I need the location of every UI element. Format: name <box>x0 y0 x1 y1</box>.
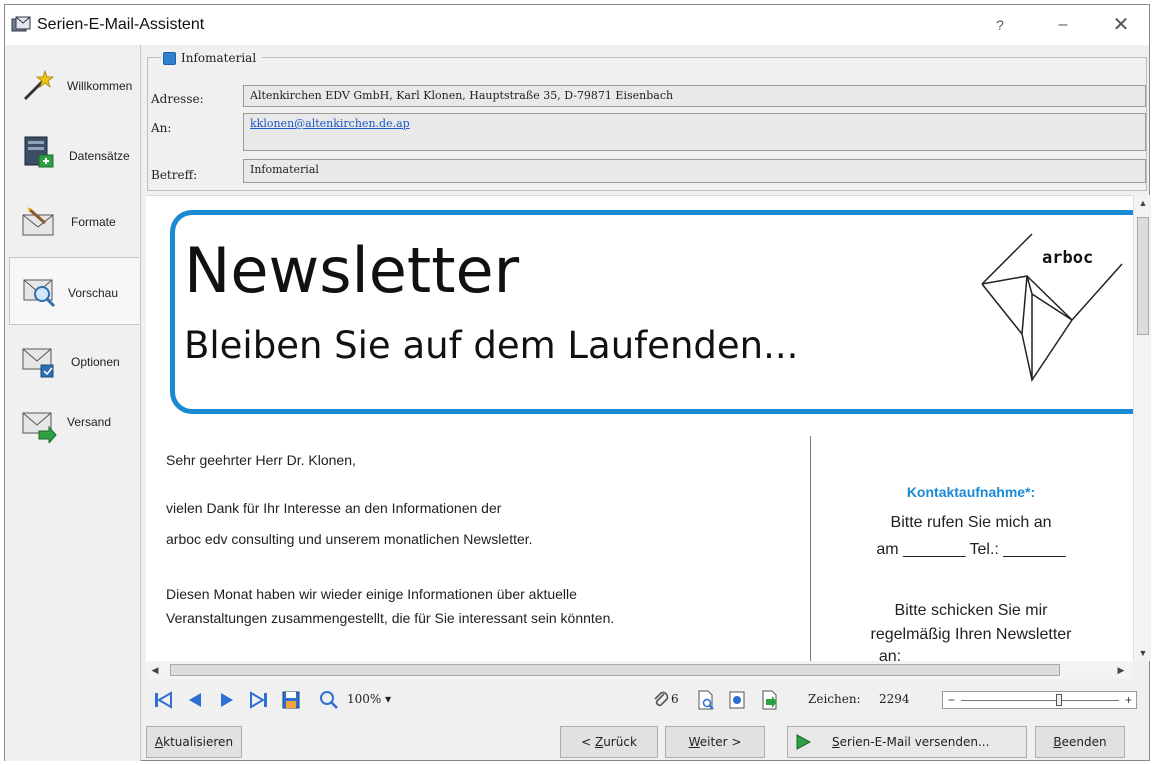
contact-heading: Kontaktaufnahme*: <box>906 484 1036 500</box>
scroll-up-icon[interactable]: ▲ <box>1134 195 1152 211</box>
send-envelope-icon <box>22 412 57 443</box>
button-accel: B <box>1053 735 1062 749</box>
last-record-icon[interactable] <box>248 689 270 711</box>
back-button[interactable]: < Zurück <box>560 726 658 758</box>
paragraph-1-line-1: vielen Dank für Ihr Interesse an den Inf… <box>166 500 502 516</box>
sidebar-item-vorschau[interactable]: Vorschau <box>9 257 139 325</box>
sidebar-item-datensaetze[interactable]: Datensätze <box>9 125 139 191</box>
an-field[interactable]: kklonen@altenkirchen.de.ap <box>243 113 1146 151</box>
title-bar: Serien-E-Mail-Assistent ? – ✕ <box>5 5 1149 45</box>
window-title: Serien-E-Mail-Assistent <box>37 16 205 33</box>
button-label: ktualisieren <box>163 735 234 749</box>
preview-toolbar: 100% ▾ 6 Zeichen: 2294 − + <box>146 683 1150 717</box>
email-preview[interactable]: Newsletter Bleiben Sie auf dem Laufenden… <box>146 195 1133 661</box>
attachment-count: 6 <box>671 692 679 706</box>
wizard-sidebar: Willkommen Datensätze Formate Vorschau O… <box>5 45 141 761</box>
contact-line-1: Bitte rufen Sie mich an <box>890 514 1052 531</box>
sidebar-item-label: Formate <box>71 215 116 229</box>
contact-line-3: Bitte schicken Sie mir <box>894 602 1048 619</box>
salutation: Sehr geehrter Herr Dr. Klonen, <box>166 452 356 468</box>
first-record-icon[interactable] <box>152 689 174 711</box>
betreff-field[interactable]: Infomaterial <box>243 159 1146 183</box>
next-record-icon[interactable] <box>216 689 238 711</box>
zoom-value: 100% <box>347 692 382 706</box>
preview-vertical-scrollbar[interactable]: ▲ ▼ <box>1133 195 1151 661</box>
scroll-right-icon[interactable]: ▶ <box>1112 661 1130 679</box>
attachment-icon[interactable] <box>650 689 672 711</box>
button-label: eiter > <box>699 735 742 749</box>
button-accel: S <box>832 735 840 749</box>
contact-line-2: am _______ Tel.: _______ <box>876 541 1066 558</box>
export-document-icon[interactable] <box>758 689 780 711</box>
button-label: erien-E-Mail versenden... <box>839 735 990 749</box>
button-accel: A <box>154 735 164 749</box>
sidebar-item-optionen[interactable]: Optionen <box>9 327 139 393</box>
zoom-in-icon[interactable]: + <box>1125 692 1132 708</box>
button-prefix: < <box>581 735 595 749</box>
paragraph-1-line-2: arboc edv consulting und unserem monatli… <box>166 531 533 547</box>
betreff-label: Betreff: <box>151 168 198 182</box>
sidebar-item-label: Optionen <box>71 355 120 369</box>
button-label: urück <box>603 735 637 749</box>
newsletter-title: Newsletter <box>184 234 520 307</box>
adresse-field[interactable]: Altenkirchen EDV GmbH, Karl Klonen, Haup… <box>243 85 1146 107</box>
mail-template-icon <box>163 51 176 65</box>
magic-wand-icon <box>23 69 55 101</box>
zoom-out-icon[interactable]: − <box>948 692 955 708</box>
previous-record-icon[interactable] <box>184 689 206 711</box>
groupbox-title: Infomaterial <box>181 51 257 65</box>
sidebar-item-label: Willkommen <box>67 79 133 93</box>
groupbox-legend: Infomaterial <box>161 51 263 65</box>
scroll-down-icon[interactable]: ▼ <box>1134 645 1152 661</box>
adresse-value: Altenkirchen EDV GmbH, Karl Klonen, Haup… <box>250 89 674 102</box>
close-button[interactable]: ✕ <box>1101 11 1141 39</box>
sidebar-item-willkommen[interactable]: Willkommen <box>9 53 139 119</box>
adresse-label: Adresse: <box>151 92 204 106</box>
paragraph-2-line-2: Veranstaltungen zusammengestellt, die fü… <box>166 610 615 626</box>
save-icon[interactable] <box>280 689 302 711</box>
zoom-icon[interactable] <box>318 689 340 711</box>
preview-magnifier-icon <box>23 279 56 308</box>
button-label: eenden <box>1061 735 1107 749</box>
zoom-slider-knob[interactable] <box>1055 694 1062 706</box>
aktualisieren-button[interactable]: Aktualisieren <box>146 726 242 758</box>
horizontal-scroll-thumb[interactable] <box>170 664 1060 676</box>
minimize-button[interactable]: – <box>1043 11 1083 39</box>
contact-line-4: regelmäßig Ihren Newsletter <box>870 626 1072 643</box>
logo-text: arboc <box>1042 248 1094 268</box>
play-send-icon <box>796 734 812 750</box>
next-button[interactable]: Weiter > <box>665 726 765 758</box>
zeichen-value: 2294 <box>879 692 910 706</box>
button-accel: Z <box>594 735 604 749</box>
vertical-scroll-thumb[interactable] <box>1137 217 1149 335</box>
sidebar-item-label: Vorschau <box>68 286 119 300</box>
betreff-value: Infomaterial <box>250 163 319 176</box>
preview-horizontal-scrollbar[interactable]: ◀ ▶ <box>146 661 1133 679</box>
sidebar-item-versand[interactable]: Versand <box>9 395 139 461</box>
sidebar-item-label: Datensätze <box>69 149 130 163</box>
newsletter-subtitle: Bleiben Sie auf dem Laufenden... <box>184 324 799 367</box>
zoom-dropdown[interactable]: 100% ▾ <box>347 692 391 706</box>
format-envelope-icon <box>22 207 54 236</box>
zoom-slider[interactable]: − + <box>942 691 1137 709</box>
print-preview-icon[interactable] <box>694 689 716 711</box>
wizard-window: Serien-E-Mail-Assistent ? – ✕ Willkommen… <box>4 4 1151 761</box>
paragraph-2-line-1: Diesen Monat haben wir wieder einige Inf… <box>166 586 577 602</box>
zoom-slider-track <box>961 700 1119 701</box>
sidebar-item-formate[interactable]: Formate <box>9 191 139 257</box>
sidebar-item-label: Versand <box>67 415 112 429</box>
zeichen-label: Zeichen: <box>808 692 861 706</box>
document-settings-icon[interactable] <box>726 689 748 711</box>
beenden-button[interactable]: Beenden <box>1035 726 1125 758</box>
scroll-left-icon[interactable]: ◀ <box>146 661 164 679</box>
options-envelope-icon <box>22 348 54 378</box>
recipient-email-link[interactable]: kklonen@altenkirchen.de.ap <box>250 117 410 130</box>
an-label: An: <box>151 121 172 135</box>
database-records-icon <box>24 136 54 168</box>
button-accel: W <box>688 735 700 749</box>
help-button[interactable]: ? <box>980 11 1020 39</box>
send-serial-email-button[interactable]: Serien-E-Mail versenden... <box>787 726 1027 758</box>
app-icon <box>11 16 31 32</box>
contact-line-5: an: <box>878 648 902 661</box>
